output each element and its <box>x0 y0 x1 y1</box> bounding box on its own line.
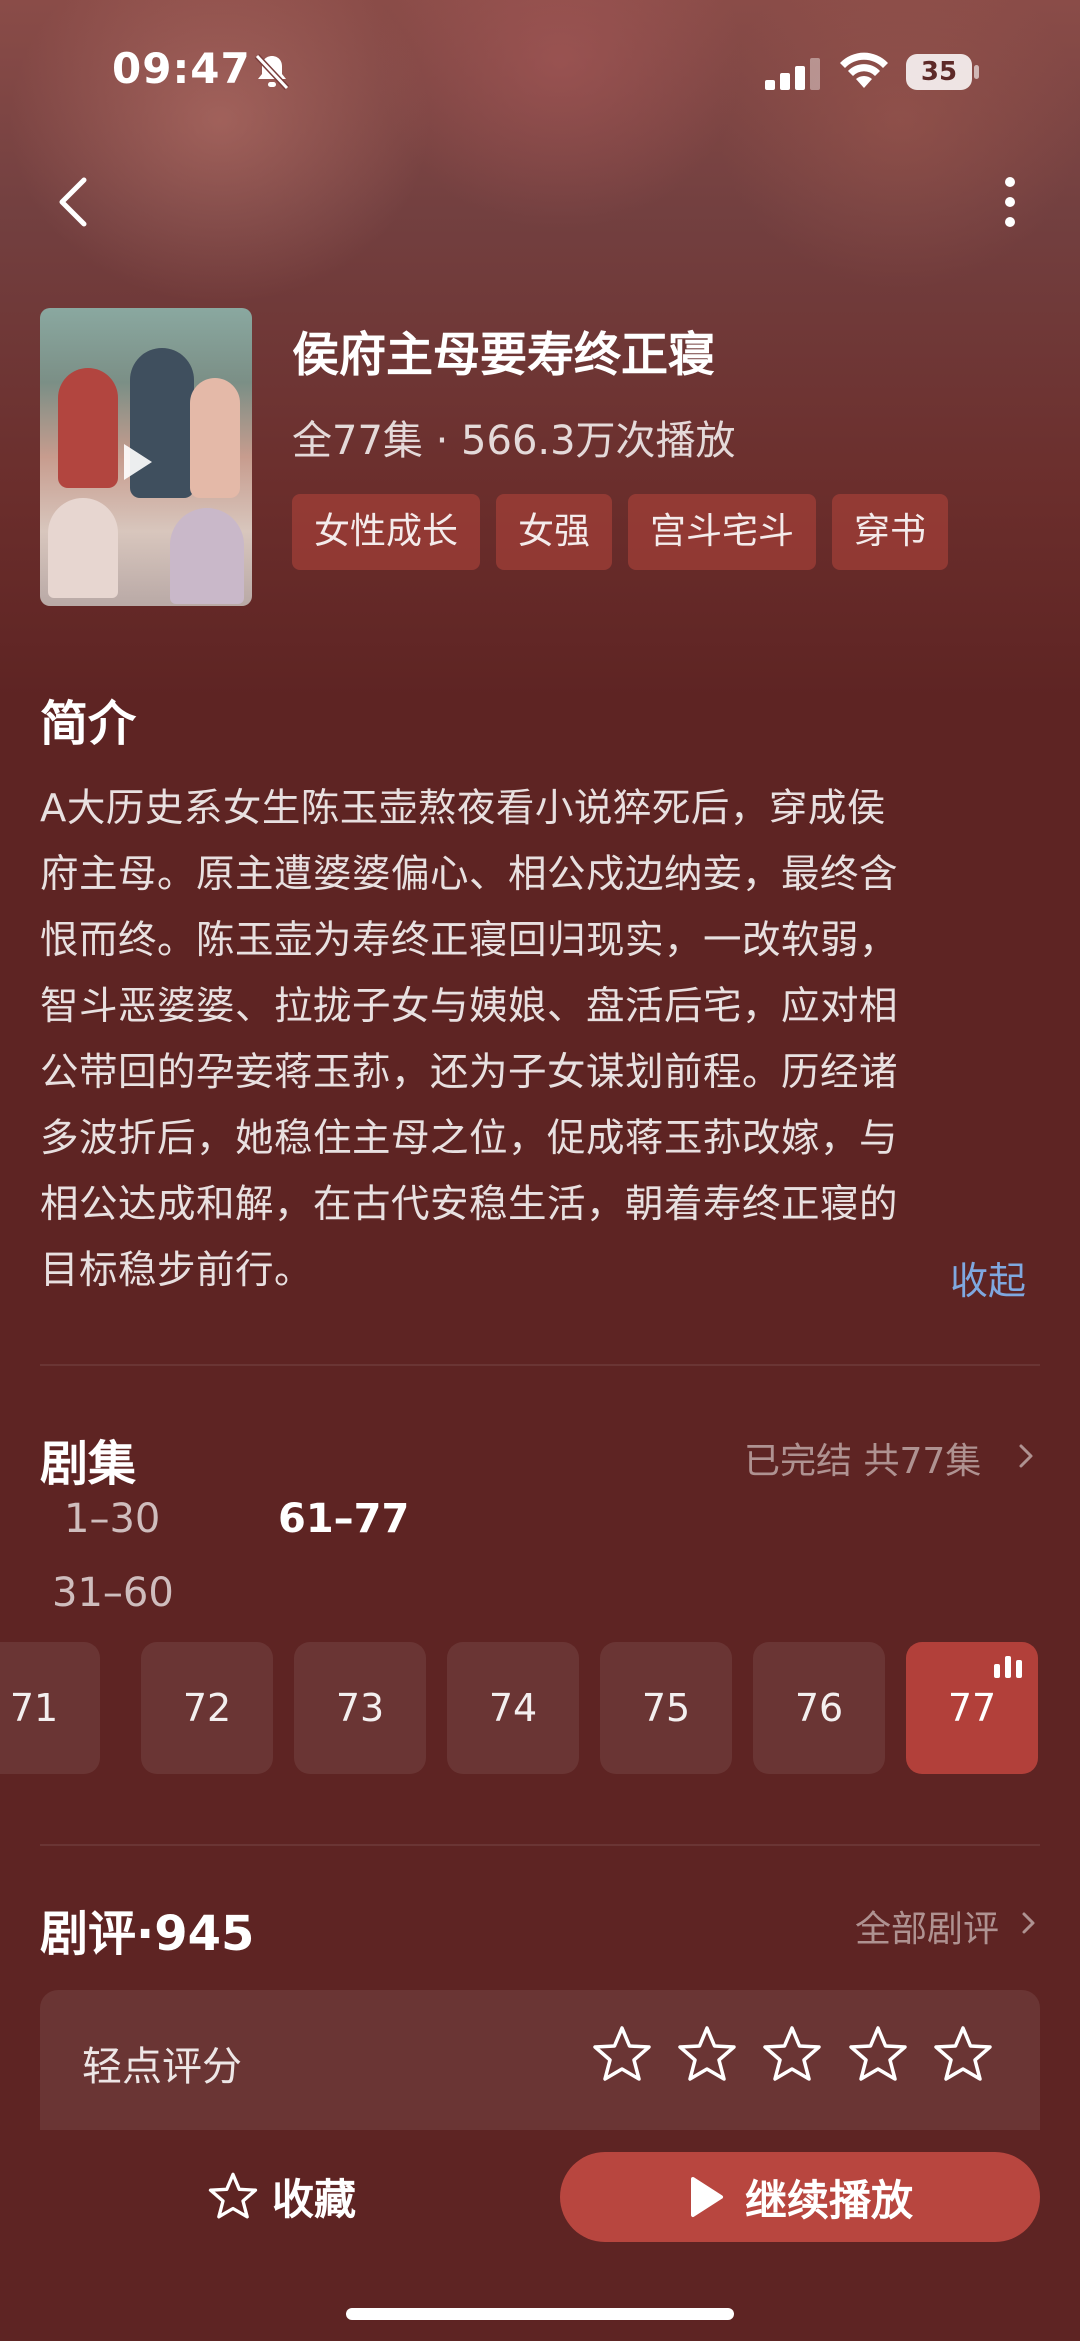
episodes-title: 剧集 <box>40 1436 137 1492</box>
poster-figure <box>48 498 118 598</box>
episode-item[interactable]: 72 <box>141 1642 273 1774</box>
favorite-label: 收藏 <box>272 2174 357 2224</box>
intro-line: 府主母。原主遭婆婆偏心、相公戍边纳妾，最终含 <box>40 852 899 897</box>
episode-item[interactable]: 73 <box>294 1642 426 1774</box>
star-icon[interactable] <box>677 2024 737 2084</box>
bell-mute-icon <box>254 53 290 91</box>
play-icon <box>690 2177 723 2217</box>
range-tab-61-77[interactable]: 61–77 <box>278 1496 409 1542</box>
battery-level: 35 <box>906 54 972 90</box>
range-tab-31-60[interactable]: 31–60 <box>52 1570 174 1616</box>
star-icon <box>208 2172 258 2219</box>
playing-bars-icon <box>994 1656 1024 1678</box>
continue-play-button[interactable]: 继续播放 <box>560 2152 1040 2242</box>
star-icon[interactable] <box>762 2024 822 2084</box>
more-icon[interactable] <box>990 172 1030 232</box>
rating-card: 轻点评分 <box>40 1990 1040 2130</box>
rating-label: 轻点评分 <box>82 2044 242 2090</box>
poster-figure <box>58 368 118 488</box>
episode-item[interactable]: 75 <box>600 1642 732 1774</box>
home-indicator[interactable] <box>346 2308 734 2320</box>
star-icon[interactable] <box>933 2024 993 2084</box>
poster-figure <box>190 378 240 498</box>
favorite-button[interactable]: 收藏 <box>208 2160 356 2232</box>
divider <box>40 1844 1040 1846</box>
intro-line: 公带回的孕妾蒋玉荪，还为子女谋划前程。历经诸 <box>40 1050 899 1095</box>
reviews-title: 剧评·945 <box>40 1906 255 1962</box>
intro-line: 智斗恶婆婆、拉拢子女与姨娘、盘活后宅，应对相 <box>40 984 899 1029</box>
intro-line: 目标稳步前行。 <box>40 1248 314 1293</box>
tag[interactable]: 女性成长 <box>292 494 481 570</box>
drama-title: 侯府主母要寿终正寝 <box>292 328 715 383</box>
all-reviews-link[interactable]: 全部剧评 <box>855 1900 999 1952</box>
intro-line: 相公达成和解，在古代安稳生活，朝着寿终正寝的 <box>40 1182 899 1227</box>
episode-item[interactable]: 71 <box>0 1642 100 1774</box>
status-time: 09:47 <box>112 44 251 93</box>
battery-icon: 35 <box>906 54 980 90</box>
episodes-status-link[interactable]: 已完结 共77集 <box>744 1432 981 1484</box>
signal-icon <box>765 58 820 90</box>
intro-line: A大历史系女生陈玉壶熬夜看小说猝死后，穿成侯 <box>40 786 886 831</box>
divider <box>40 1364 1040 1366</box>
episode-item-current[interactable]: 77 <box>906 1642 1038 1774</box>
tag-list: 女性成长 女强 宫斗宅斗 穿书 <box>292 494 949 570</box>
intro-text: A大历史系女生陈玉壶熬夜看小说猝死后，穿成侯 府主母。原主遭婆婆偏心、相公戍边纳… <box>40 776 1040 1304</box>
status-bar: 09:47 35 <box>0 0 1080 140</box>
star-icon[interactable] <box>848 2024 908 2084</box>
intro-line: 恨而终。陈玉壶为寿终正寝回归现实，一改软弱， <box>40 918 899 963</box>
intro-line: 多波折后，她稳住主母之位，促成蒋玉荪改嫁，与 <box>40 1116 899 1161</box>
episode-list: 71 72 73 74 75 76 77 <box>0 1642 1080 1774</box>
chevron-right-icon[interactable] <box>1016 1438 1036 1474</box>
range-tab-1-30[interactable]: 1–30 <box>64 1496 160 1542</box>
episode-number: 77 <box>947 1686 997 1730</box>
continue-play-label: 继续播放 <box>744 2175 913 2225</box>
tag[interactable]: 宫斗宅斗 <box>628 494 817 570</box>
collapse-link[interactable]: 收起 <box>950 1250 1026 1305</box>
episode-item[interactable]: 76 <box>753 1642 885 1774</box>
intro-title: 简介 <box>40 696 137 752</box>
tag[interactable]: 女强 <box>496 494 613 570</box>
wifi-icon <box>840 52 888 88</box>
tag[interactable]: 穿书 <box>832 494 949 570</box>
star-icon[interactable] <box>592 2024 652 2084</box>
poster-play-icon <box>124 444 152 480</box>
drama-stats: 全77集 · 566.3万次播放 <box>292 418 736 464</box>
chevron-right-icon[interactable] <box>1020 1906 1038 1940</box>
battery-tip <box>974 65 979 79</box>
poster-image[interactable] <box>40 308 252 606</box>
poster-figure <box>170 508 244 604</box>
episode-item[interactable]: 74 <box>447 1642 579 1774</box>
back-icon[interactable] <box>52 170 96 234</box>
